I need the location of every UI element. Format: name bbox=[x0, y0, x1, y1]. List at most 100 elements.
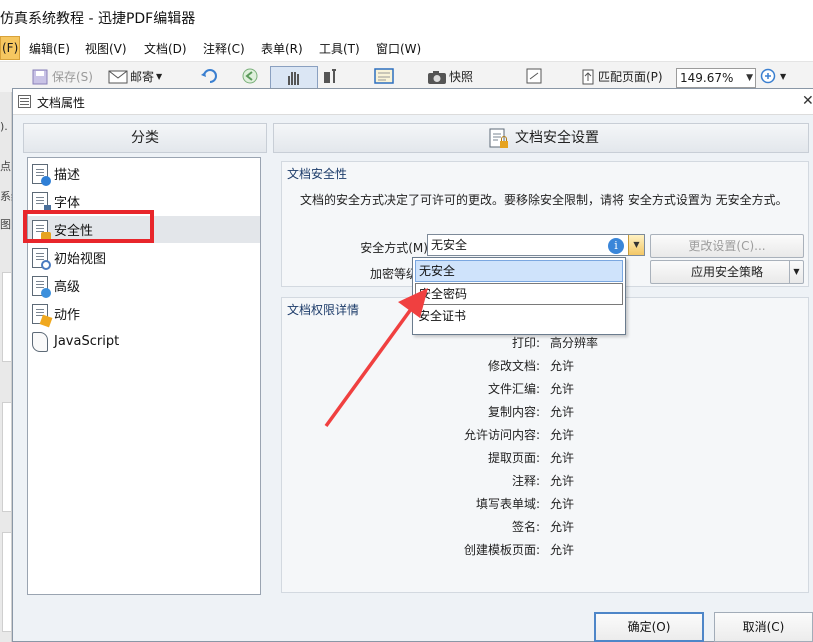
security-method-dropdown: 无安全 安全密码 安全证书 bbox=[412, 257, 626, 335]
permission-label: 签名: bbox=[511, 520, 540, 534]
permission-value: 高分辨率 bbox=[550, 336, 599, 350]
camera-icon bbox=[428, 70, 446, 84]
fit-page-icon bbox=[582, 69, 594, 84]
category-item-actions[interactable]: 动作 bbox=[28, 300, 260, 327]
chevron-down-icon[interactable]: ▼ bbox=[628, 235, 644, 255]
security-method-value: 无安全 bbox=[431, 238, 468, 252]
chevron-down-icon: ▼ bbox=[780, 71, 787, 81]
fit-page-button[interactable]: 匹配页面(P) bbox=[580, 68, 663, 85]
apply-security-policy-button[interactable]: 应用安全策略 ▼ bbox=[650, 260, 804, 284]
menu-document[interactable]: 文档(D) bbox=[144, 40, 187, 57]
permission-label: 提取页面: bbox=[487, 451, 540, 465]
permission-row: 签名: 允许 bbox=[282, 518, 810, 538]
category-panel: 分类 描述 字体 安全性 初始视图 高级 动作 JavaScript bbox=[23, 123, 267, 633]
document-properties-dialog: 文档属性 ✕ 分类 描述 字体 安全性 初始视图 高级 动作 JavaScrip… bbox=[12, 88, 813, 642]
menu-form[interactable]: 表单(R) bbox=[261, 40, 303, 57]
annotation-highlight-box bbox=[23, 210, 154, 243]
permission-label: 注释: bbox=[511, 474, 540, 488]
doc-info-icon bbox=[32, 163, 51, 186]
category-label: JavaScript bbox=[54, 334, 120, 349]
strip-text: 系统 bbox=[0, 190, 12, 203]
page-thumbnail[interactable] bbox=[2, 532, 12, 632]
page-rotate-icon bbox=[526, 68, 542, 84]
zoom-select[interactable]: 149.67% ▼ bbox=[676, 68, 756, 88]
security-description: 文档的安全方式决定了可许可的更改。要移除安全限制，请将 安全方式设置为 无安全方… bbox=[300, 193, 788, 207]
save-label: 保存(S) bbox=[52, 70, 93, 84]
permission-value: 允许 bbox=[550, 405, 575, 419]
permissions-section: 文档权限详情 打印: 高分辨率 修改文档: 允许 文件汇编: 允许 复制内容: 允许 允… bbox=[281, 297, 809, 593]
chevron-down-icon[interactable]: ▼ bbox=[789, 261, 803, 283]
security-settings-panel: 文档安全设置 文档安全性 文档的安全方式决定了可许可的更改。要移除安全限制，请将… bbox=[273, 123, 809, 633]
zoom-in-button[interactable]: ▼ bbox=[760, 68, 786, 84]
zoom-in-icon bbox=[760, 68, 776, 84]
cancel-button[interactable]: 取消(C) bbox=[714, 612, 813, 642]
apply-policy-label: 应用安全策略 bbox=[690, 265, 763, 279]
mail-icon bbox=[108, 70, 128, 83]
category-item-description[interactable]: 描述 bbox=[28, 160, 260, 187]
category-item-initial-view[interactable]: 初始视图 bbox=[28, 244, 260, 271]
permission-value: 允许 bbox=[550, 451, 575, 465]
document-icon bbox=[18, 95, 31, 108]
category-item-javascript[interactable]: JavaScript bbox=[28, 328, 260, 355]
menu-window[interactable]: 窗口(W) bbox=[376, 40, 421, 57]
menu-edit[interactable]: 编辑(E) bbox=[29, 40, 70, 57]
info-icon: i bbox=[608, 238, 624, 254]
encryption-level-label: 加密等级: bbox=[369, 267, 422, 281]
category-item-advanced[interactable]: 高级 bbox=[28, 272, 260, 299]
page-thumbnail[interactable] bbox=[2, 272, 12, 362]
page-thumbnail[interactable] bbox=[2, 402, 12, 512]
strip-text: 图 bbox=[0, 218, 11, 231]
select-text-button[interactable] bbox=[322, 68, 342, 84]
change-settings-button[interactable]: 更改设置(C)... bbox=[650, 234, 804, 258]
panel-title: 文档安全设置 bbox=[515, 130, 599, 146]
snapshot-button[interactable]: 快照 bbox=[427, 68, 473, 85]
zoom-value: 149.67% bbox=[680, 71, 734, 85]
doc-view-icon bbox=[32, 247, 51, 270]
undo-button[interactable] bbox=[200, 68, 220, 84]
permission-label: 修改文档: bbox=[487, 359, 540, 373]
hand-tool-button[interactable] bbox=[270, 66, 318, 90]
permission-row: 填写表单域: 允许 bbox=[282, 495, 810, 515]
text-select-icon bbox=[324, 69, 336, 83]
back-arrow-icon bbox=[242, 68, 258, 84]
strip-text: 点 bbox=[0, 160, 11, 173]
permission-row: 提取页面: 允许 bbox=[282, 449, 810, 469]
snapshot-label: 快照 bbox=[449, 70, 474, 84]
section-title: 文档安全性 bbox=[287, 167, 348, 181]
permission-row: 文件汇编: 允许 bbox=[282, 380, 810, 400]
doc-lock-icon bbox=[489, 128, 508, 148]
snapshot-frame-button[interactable] bbox=[374, 68, 394, 84]
dropdown-option-password-security[interactable]: 安全密码 bbox=[415, 283, 623, 305]
back-button[interactable] bbox=[240, 68, 260, 84]
script-icon bbox=[32, 331, 48, 352]
permission-label: 复制内容: bbox=[487, 405, 540, 419]
menu-view[interactable]: 视图(V) bbox=[85, 40, 127, 57]
menu-file[interactable]: (F) bbox=[0, 36, 20, 60]
permission-row: 允许访问内容: 允许 bbox=[282, 426, 810, 446]
menu-tools[interactable]: 工具(T) bbox=[319, 40, 360, 57]
permission-value: 允许 bbox=[550, 474, 575, 488]
mail-button[interactable]: 邮寄 ▼ bbox=[108, 68, 162, 85]
section-title: 文档权限详情 bbox=[287, 303, 360, 317]
doc-action-icon bbox=[32, 303, 53, 327]
dropdown-option-no-security[interactable]: 无安全 bbox=[415, 260, 623, 282]
doc-font-icon bbox=[32, 191, 51, 214]
save-button[interactable]: 保存(S) bbox=[30, 68, 93, 85]
rotate-button[interactable] bbox=[524, 68, 544, 84]
permission-label: 创建模板页面: bbox=[463, 543, 540, 557]
dropdown-option-certificate-security[interactable]: 安全证书 bbox=[415, 306, 623, 328]
mail-label: 邮寄 bbox=[130, 70, 155, 84]
hand-icon bbox=[288, 72, 299, 85]
permission-label: 填写表单域: bbox=[475, 497, 540, 511]
security-method-select[interactable]: 无安全 i ▼ bbox=[427, 234, 645, 256]
permission-label: 文件汇编: bbox=[487, 382, 540, 396]
ok-button[interactable]: 确定(O) bbox=[594, 612, 704, 642]
chevron-down-icon: ▼ bbox=[746, 73, 753, 83]
menu-comment[interactable]: 注释(C) bbox=[203, 40, 245, 57]
strip-text: ). bbox=[0, 120, 8, 133]
close-icon[interactable]: ✕ bbox=[802, 93, 813, 109]
permission-value: 允许 bbox=[550, 382, 575, 396]
permission-value: 允许 bbox=[550, 543, 575, 557]
app-title: 仿真系统教程 - 迅捷PDF编辑器 bbox=[0, 11, 196, 27]
permission-value: 允许 bbox=[550, 428, 575, 442]
